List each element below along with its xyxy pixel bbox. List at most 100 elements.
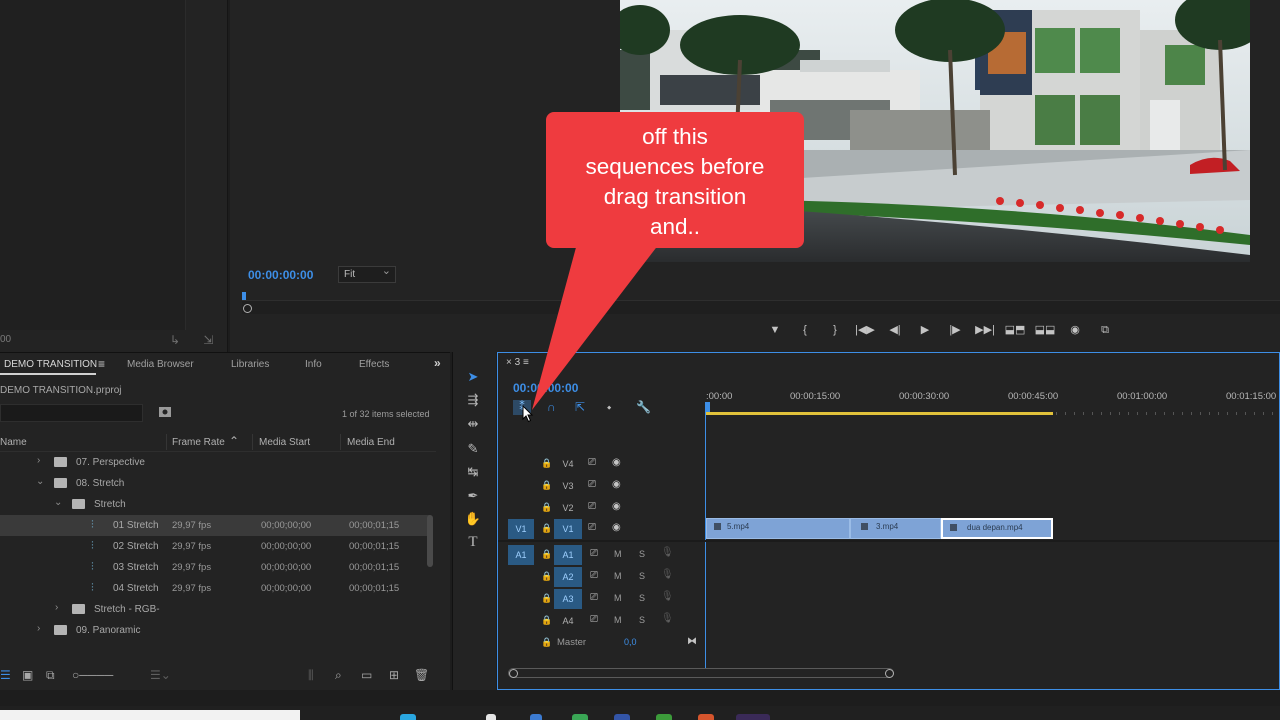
tab-project[interactable]: DEMO TRANSITION [4, 359, 97, 370]
sync-lock-icon[interactable]: ⎚ [588, 501, 596, 512]
sync-lock-icon[interactable]: ⎚ [588, 522, 596, 533]
timeline-clip-selected[interactable]: dua depan.mp4 [941, 518, 1053, 539]
track-master[interactable]: 🔒 Master 0,0 ⧓ [498, 633, 705, 653]
lift-button[interactable]: ⬓⬒ [1000, 322, 1030, 338]
find-icon[interactable]: ⌕ [335, 668, 342, 683]
lock-icon[interactable]: 🔒 [541, 615, 552, 626]
panel-menu-icon[interactable]: ≡ [98, 357, 105, 371]
tab-media-browser[interactable]: Media Browser [127, 359, 194, 370]
new-item-icon[interactable]: ⊞ [389, 668, 399, 682]
mute-button[interactable]: M [614, 571, 622, 581]
lock-icon[interactable]: 🔒 [541, 637, 552, 648]
freeform-view-icon[interactable]: ⧉ [46, 668, 55, 683]
premiere-icon[interactable] [736, 714, 770, 720]
sync-lock-icon[interactable]: ⎚ [588, 457, 596, 468]
track-divider[interactable] [498, 540, 1279, 542]
extract-button[interactable]: ⬓⬓ [1030, 322, 1060, 338]
solo-button[interactable]: S [639, 593, 645, 603]
source-patch-a1[interactable]: A1 [508, 545, 534, 565]
program-playhead[interactable] [242, 292, 246, 300]
step-forward-button[interactable]: |▶ [940, 322, 970, 338]
list-item[interactable]: › 09. Panoramic [0, 620, 430, 641]
list-item[interactable]: › Stretch - RGB- [0, 599, 430, 620]
pen-tool-icon[interactable]: ✒ [463, 488, 483, 504]
powerpoint-icon[interactable] [698, 714, 714, 720]
track-label[interactable]: V1 [554, 519, 582, 539]
zoom-fit-dropdown[interactable]: Fit [338, 264, 396, 283]
track-v4[interactable]: 🔒 V4 ⎚ ◉ [498, 454, 705, 474]
eye-icon[interactable]: ◉ [612, 479, 621, 490]
tab-libraries[interactable]: Libraries [231, 359, 269, 370]
lock-icon[interactable]: 🔒 [541, 480, 552, 491]
go-to-out-button[interactable]: ▶▶| [970, 322, 1000, 338]
program-zoom-handle[interactable] [243, 304, 252, 313]
excel-icon[interactable] [656, 714, 672, 720]
track-label[interactable]: A4 [554, 611, 582, 631]
track-label[interactable]: V4 [554, 454, 582, 474]
new-bin-icon[interactable]: ▭ [361, 668, 372, 682]
edge-icon[interactable] [400, 714, 416, 720]
work-area-bar[interactable] [705, 412, 1053, 415]
track-label[interactable]: A1 [554, 545, 582, 565]
timeline-playhead-handle[interactable] [705, 402, 710, 412]
eye-icon[interactable]: ◉ [612, 501, 621, 512]
more-panels-icon[interactable]: » [434, 356, 441, 370]
icon-view-icon[interactable]: ▣ [22, 668, 33, 682]
lock-icon[interactable]: 🔒 [541, 593, 552, 604]
track-a2[interactable]: 🔒 A2 ⎚ M S 🎙 [498, 567, 705, 587]
sync-lock-icon[interactable]: ⎚ [588, 479, 596, 490]
scrollbar-right-handle[interactable] [885, 669, 894, 678]
mic-icon[interactable]: 🎙 [661, 613, 674, 624]
mail-icon[interactable] [530, 714, 542, 720]
compare-view-button[interactable]: ⧉ [1090, 322, 1120, 338]
table-row[interactable]: ⫶ 04 Stretch 29,97 fps 00;00;00;00 00;00… [0, 578, 430, 599]
play-button[interactable]: ▶ [910, 322, 940, 338]
track-v1[interactable]: V1 🔒 V1 ⎚ ◉ [498, 519, 705, 539]
chevron-right-icon[interactable]: › [37, 455, 40, 466]
track-label[interactable]: V3 [554, 476, 582, 496]
sort-icons-icon[interactable]: ☰⌄ [150, 668, 171, 682]
sync-lock-icon[interactable]: ⎚ [590, 614, 598, 625]
mic-icon[interactable]: 🎙 [661, 547, 674, 558]
find-icon[interactable] [158, 406, 172, 418]
track-label[interactable]: V2 [554, 498, 582, 518]
track-v2[interactable]: 🔒 V2 ⎚ ◉ [498, 498, 705, 518]
eye-icon[interactable]: ◉ [612, 457, 621, 468]
sync-lock-icon[interactable]: ⎚ [590, 592, 598, 603]
mute-button[interactable]: M [614, 615, 622, 625]
track-a3[interactable]: 🔒 A3 ⎚ M S 🎙 [498, 589, 705, 609]
tab-effects[interactable]: Effects [359, 359, 389, 370]
chevron-down-icon[interactable]: ⌄ [54, 497, 62, 508]
mark-in-button[interactable]: { [790, 322, 820, 338]
mic-icon[interactable]: 🎙 [661, 569, 674, 580]
program-timeline-ruler[interactable] [242, 300, 1280, 314]
track-select-tool-icon[interactable]: ⇶ [463, 392, 483, 408]
eye-icon[interactable]: ◉ [612, 522, 621, 533]
track-v3[interactable]: 🔒 V3 ⎚ ◉ [498, 476, 705, 496]
sync-lock-icon[interactable]: ⎚ [590, 570, 598, 581]
col-media-start[interactable]: Media Start [259, 437, 310, 448]
table-row[interactable]: ⫶ 02 Stretch 29,97 fps 00;00;00;00 00;00… [0, 536, 430, 557]
track-label[interactable]: A3 [554, 589, 582, 609]
list-item[interactable]: ⌄ 08. Stretch [0, 473, 430, 494]
lock-icon[interactable]: 🔒 [541, 571, 552, 582]
timeline-scrollbar[interactable] [508, 668, 894, 678]
hand-tool-icon[interactable]: ✋ [463, 511, 483, 527]
taskbar-search-box[interactable] [0, 710, 300, 720]
mute-button[interactable]: M [614, 593, 622, 603]
slip-tool-icon[interactable]: ↹ [463, 464, 483, 480]
table-row[interactable]: ⫶ 01 Stretch 29,97 fps 00;00;00;00 00;00… [0, 515, 430, 536]
solo-button[interactable]: S [639, 571, 645, 581]
tab-info[interactable]: Info [305, 359, 322, 370]
program-timecode[interactable]: 00:00:00:00 [248, 268, 313, 282]
explorer-icon[interactable] [486, 714, 496, 720]
trash-icon[interactable]: 🗑 [414, 668, 429, 682]
go-to-end-icon[interactable]: ⧓ [687, 636, 697, 647]
chrome-icon[interactable] [572, 714, 588, 720]
list-item[interactable]: › 07. Perspective [0, 452, 430, 473]
selection-tool-icon[interactable]: ➤ [463, 369, 483, 385]
list-item[interactable]: ⌄ Stretch [0, 494, 430, 515]
scrollbar-left-handle[interactable] [509, 669, 518, 678]
lock-icon[interactable]: 🔒 [541, 502, 552, 513]
master-volume[interactable]: 0,0 [624, 637, 637, 647]
